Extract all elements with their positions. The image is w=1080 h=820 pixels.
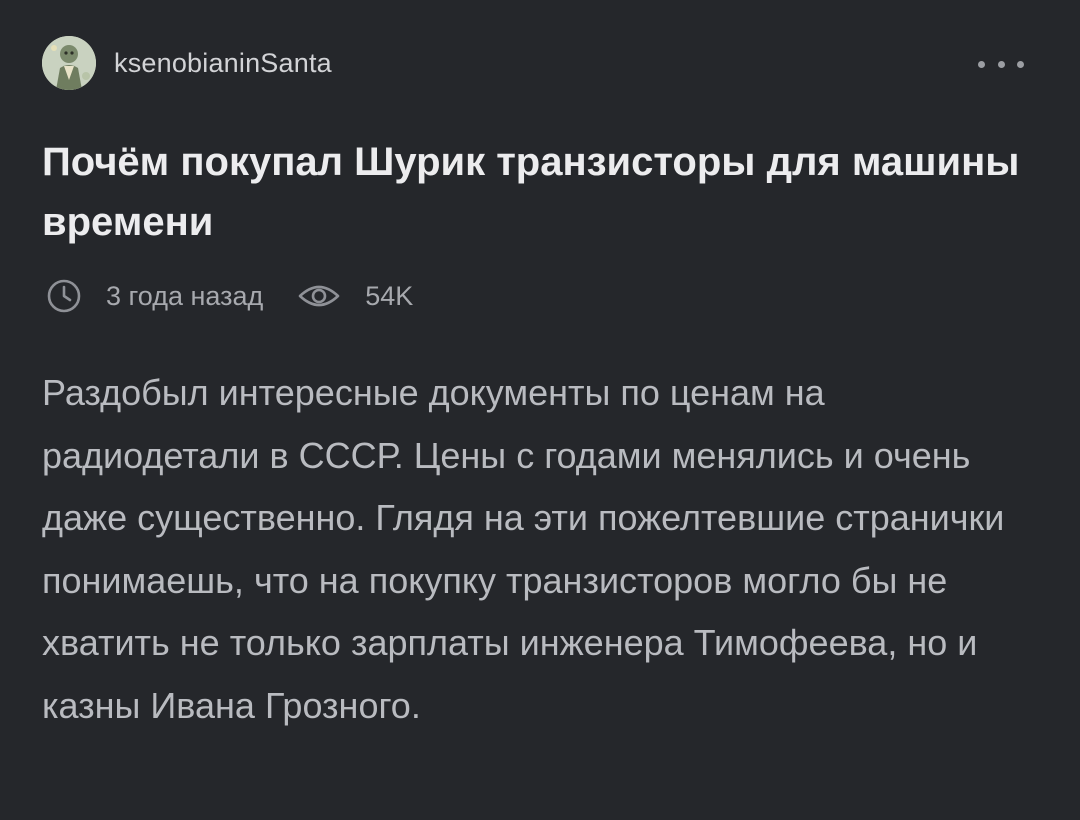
avatar[interactable] [42, 36, 96, 90]
more-dots-icon [978, 60, 985, 68]
post-meta: 3 года назад 54K [46, 278, 413, 314]
eye-icon [297, 281, 341, 311]
clock-icon [46, 278, 82, 314]
author-block[interactable]: ksenobianinSanta [42, 36, 332, 90]
view-count: 54K [365, 280, 414, 311]
author-name[interactable]: ksenobianinSanta [114, 48, 332, 79]
post-title[interactable]: Почём покупал Шурик транзисторы для маши… [42, 132, 1022, 252]
post-time: 3 года назад [106, 280, 264, 311]
more-dots-icon [997, 60, 1005, 68]
post-card: ksenobianinSanta Почём покупал Шурик тра… [0, 0, 1080, 820]
avatar-icon [42, 36, 96, 90]
more-options-button[interactable] [978, 56, 1024, 72]
more-dots-icon [1017, 60, 1024, 68]
post-body: Раздобыл интересные документы по ценам н… [42, 372, 1005, 726]
